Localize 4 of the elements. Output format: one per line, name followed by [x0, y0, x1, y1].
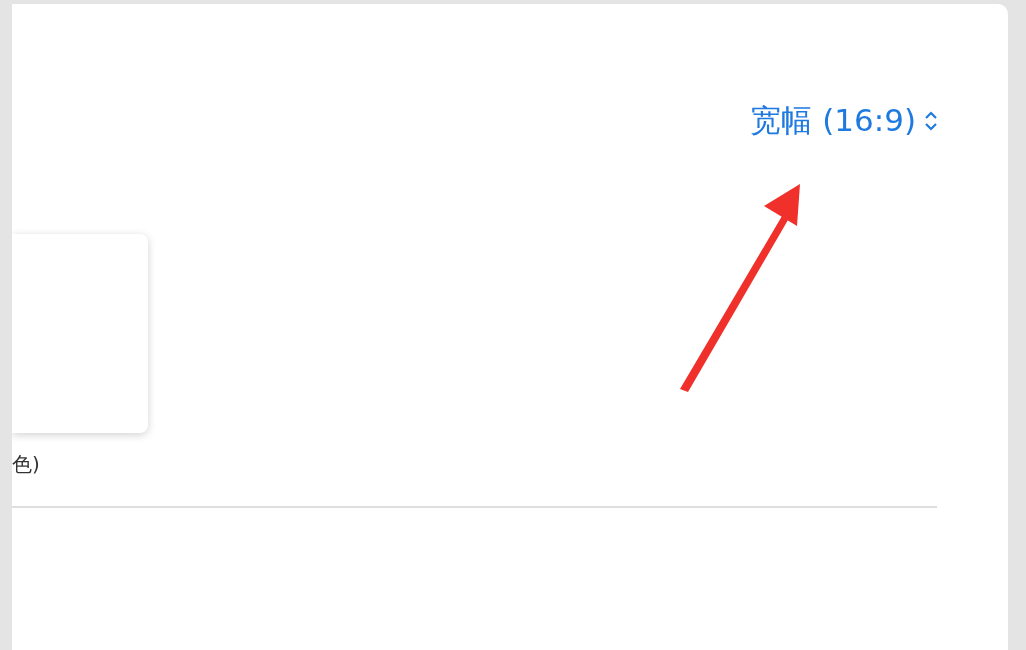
- theme-caption: 色): [12, 451, 40, 478]
- up-down-chevron-icon: [924, 110, 938, 132]
- slide-size-popup[interactable]: 宽幅 (16:9): [750, 98, 938, 144]
- theme-thumbnail-card[interactable]: [12, 234, 148, 433]
